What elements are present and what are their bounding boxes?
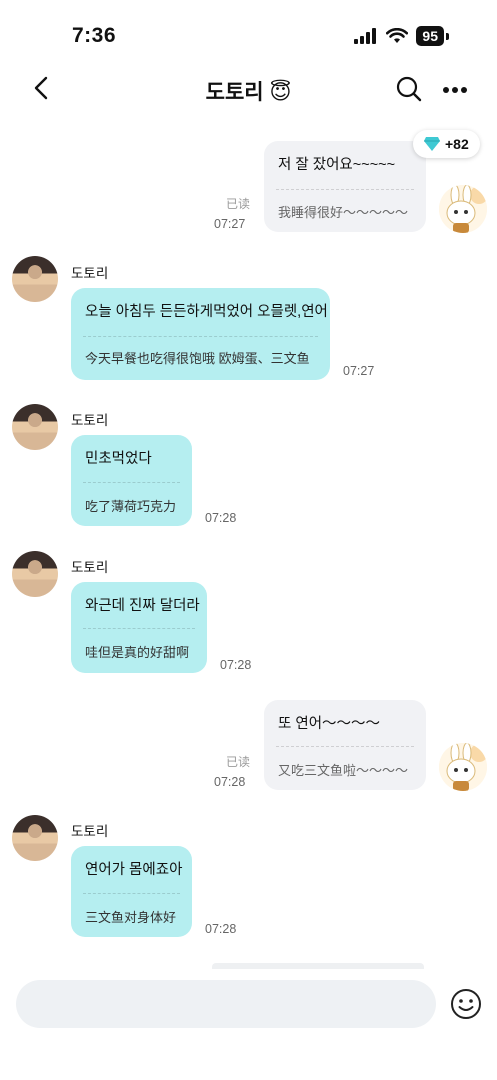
sender-avatar[interactable]	[12, 256, 58, 302]
message-translation: 今天早餐也吃得很饱哦 欧姆蛋、三文鱼	[85, 351, 310, 366]
divider	[276, 189, 414, 190]
rabbit-avatar-icon	[439, 185, 487, 233]
read-status: 已读	[225, 755, 250, 769]
message-text: 저 잘 잤어요~~~~~	[278, 157, 396, 173]
my-avatar[interactable]	[439, 743, 487, 791]
message-text: 민초먹었다	[85, 451, 152, 467]
message-text: 와근데 진짜 달더라	[85, 598, 200, 614]
battery-level: 95	[416, 26, 444, 46]
message-translation: 我睡得很好～～～～～	[278, 205, 409, 220]
rabbit-avatar-icon	[439, 743, 487, 791]
divider	[83, 628, 195, 629]
status-time: 7:36	[72, 24, 117, 47]
read-status: 已读	[225, 197, 250, 211]
sender-name: 도토리	[71, 560, 109, 575]
message-time: 07:28	[205, 511, 237, 525]
message-translation: 哇但是真的好甜啊	[85, 645, 190, 660]
next-message-peek	[212, 963, 424, 969]
sender-avatar[interactable]	[12, 404, 58, 450]
sender-name: 도토리	[71, 266, 109, 281]
message-input[interactable]	[16, 980, 436, 1028]
message-translation: 吃了薄荷巧克力	[85, 499, 177, 514]
signal-icon	[354, 28, 377, 44]
gem-icon	[424, 137, 440, 151]
divider	[276, 746, 414, 747]
sender-avatar[interactable]	[12, 551, 58, 597]
message-text: 또 연어～～～～	[278, 716, 381, 732]
message-bubble-received[interactable]: 와근데 진짜 달더라 哇但是真的好甜啊	[71, 582, 207, 673]
divider	[83, 482, 180, 483]
points-badge: +82	[413, 130, 480, 158]
sender-name: 도토리	[71, 413, 109, 428]
battery-icon	[446, 32, 449, 40]
message-time: 07:28	[220, 658, 252, 672]
message-translation: 又吃三文鱼啦～～～～	[278, 763, 409, 778]
message-bubble-sent[interactable]: 저 잘 잤어요~~~~~ 我睡得很好～～～～～	[264, 141, 426, 232]
message-bubble-received[interactable]: 민초먹었다 吃了薄荷巧克力	[71, 435, 192, 526]
message-time: 07:28	[214, 775, 246, 789]
status-icons: 95	[354, 26, 449, 46]
sender-avatar[interactable]	[12, 815, 58, 861]
more-icon[interactable]	[442, 86, 468, 94]
points-value: +82	[445, 136, 469, 152]
message-text: 오늘 아침두 든든하게먹었어 오믈렛,연어	[85, 304, 328, 320]
message-bubble-sent[interactable]: 또 연어～～～～ 又吃三文鱼啦～～～～	[264, 700, 426, 790]
message-time: 07:27	[343, 364, 375, 378]
message-text: 연어가 몸에죠아	[85, 862, 183, 878]
message-bubble-received[interactable]: 연어가 몸에죠아 三文鱼对身体好	[71, 846, 192, 937]
message-time: 07:28	[205, 922, 237, 936]
chat-title: 도토리 😇	[205, 81, 292, 104]
divider	[83, 336, 318, 337]
my-avatar[interactable]	[439, 185, 487, 233]
message-translation: 三文鱼对身体好	[85, 910, 177, 925]
search-icon[interactable]	[396, 76, 422, 102]
message-time: 07:27	[214, 217, 246, 231]
message-bubble-received[interactable]: 오늘 아침두 든든하게먹었어 오믈렛,연어 今天早餐也吃得很饱哦 欧姆蛋、三文鱼	[71, 288, 330, 380]
sender-name: 도토리	[71, 824, 109, 839]
wifi-icon	[386, 28, 409, 43]
divider	[83, 893, 180, 894]
emoji-icon[interactable]	[450, 988, 482, 1020]
